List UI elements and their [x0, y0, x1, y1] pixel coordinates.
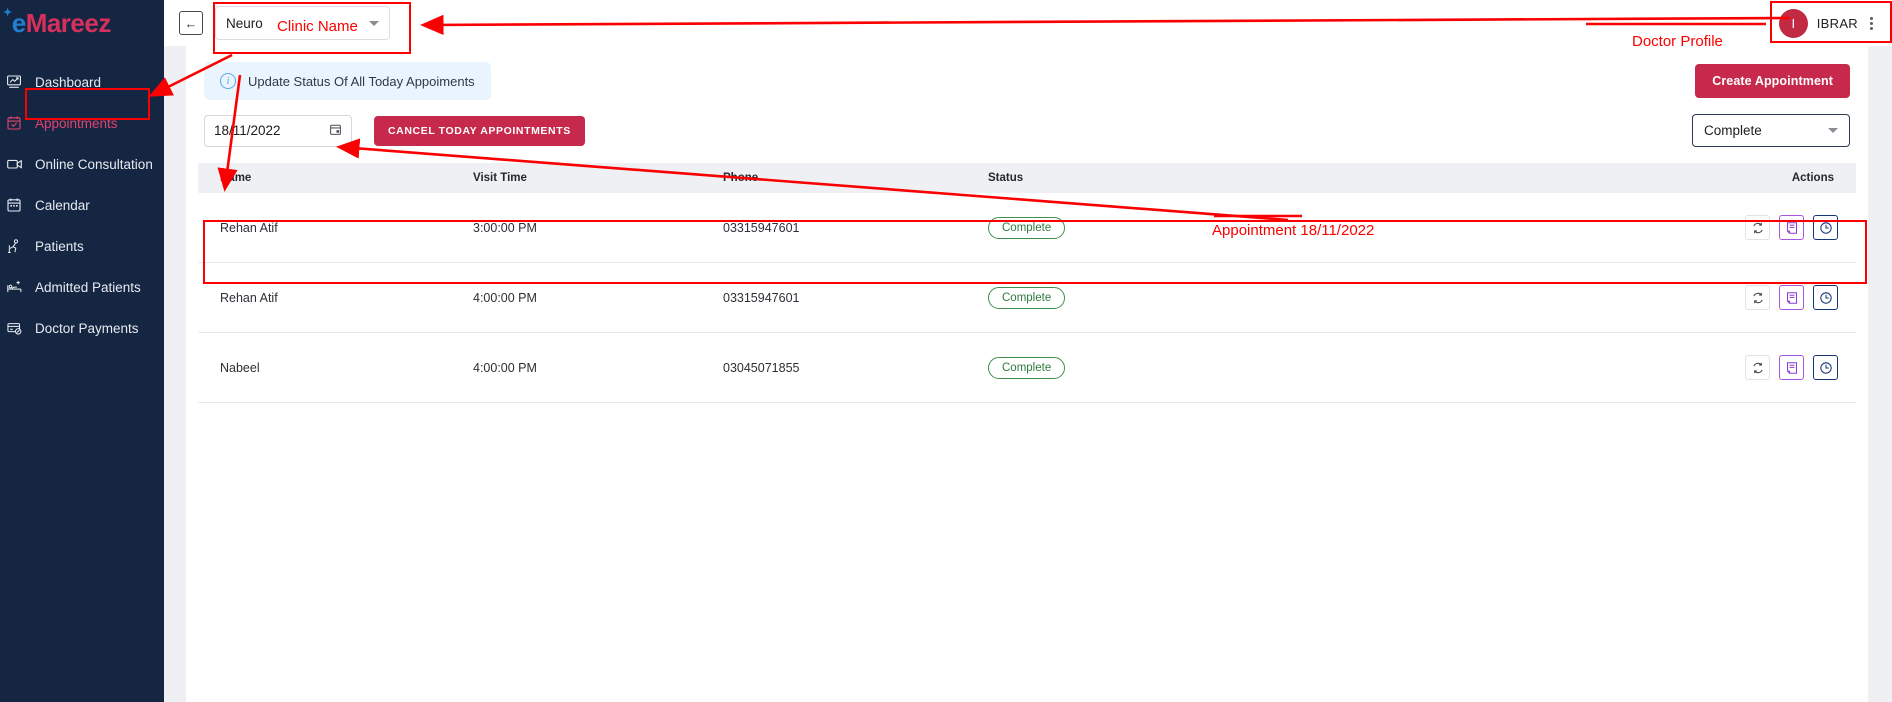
app-logo[interactable]: ✦eMareez	[0, 0, 164, 46]
main-content: i Update Status Of All Today Appoiments …	[186, 46, 1868, 702]
logo-main: Mareez	[25, 8, 112, 38]
cell-actions	[1588, 193, 1856, 263]
note-icon[interactable]	[1779, 215, 1804, 240]
table-header: Name Visit Time Phone Status Actions	[198, 163, 1856, 193]
cell-status: Complete	[978, 193, 1588, 263]
sidebar-item-label: Admitted Patients	[35, 279, 141, 295]
sidebar-item-label: Calendar	[35, 197, 90, 213]
alert-text: Update Status Of All Today Appoiments	[248, 73, 475, 89]
sidebar-item-patients[interactable]: Patients	[0, 228, 164, 264]
sidebar-item-label: Dashboard	[35, 74, 102, 90]
cell-phone: 03315947601	[713, 262, 978, 333]
app-root: ✦eMareez Dashboard Appointments Online C…	[0, 0, 1892, 702]
cell-phone: 03045071855	[713, 332, 978, 403]
payment-card-icon	[4, 320, 24, 336]
status-filter-select[interactable]: Complete	[1692, 114, 1850, 147]
clock-icon[interactable]	[1813, 215, 1838, 240]
status-badge: Complete	[988, 286, 1066, 309]
row-action-group	[1745, 355, 1838, 380]
create-appointment-button[interactable]: Create Appointment	[1695, 64, 1850, 98]
profile-name: IBRAR	[1816, 15, 1858, 31]
clock-icon[interactable]	[1813, 355, 1838, 380]
sidebar-item-doctor-payments[interactable]: Doctor Payments	[0, 310, 164, 346]
appointments-table: Name Visit Time Phone Status Actions Reh…	[198, 163, 1856, 403]
calendar-icon[interactable]	[329, 123, 342, 138]
cell-phone: 03315947601	[713, 193, 978, 263]
sidebar-item-dashboard[interactable]: Dashboard	[0, 64, 164, 100]
cancel-today-appointments-button[interactable]: CANCEL TODAY APPOINTMENTS	[374, 115, 585, 146]
cell-name: Rehan Atif	[198, 193, 463, 263]
avatar: I	[1778, 8, 1808, 38]
cell-actions	[1588, 332, 1856, 403]
sidebar-item-online-consultation[interactable]: Online Consultation	[0, 146, 164, 182]
date-input-value: 18/11/2022	[214, 123, 281, 138]
cell-name: Rehan Atif	[198, 262, 463, 333]
table-row[interactable]: Rehan Atif 4:00:00 PM 03315947601 Comple…	[198, 262, 1856, 333]
info-icon: i	[220, 73, 236, 89]
cell-visit-time: 3:00:00 PM	[463, 193, 713, 263]
status-filter-value: Complete	[1704, 123, 1762, 138]
note-icon[interactable]	[1779, 285, 1804, 310]
note-icon[interactable]	[1779, 355, 1804, 380]
sidebar-item-appointments[interactable]: Appointments	[0, 105, 164, 141]
cell-visit-time: 4:00:00 PM	[463, 262, 713, 333]
status-badge: Complete	[988, 216, 1066, 239]
update-status-alert: i Update Status Of All Today Appoiments	[204, 62, 491, 100]
table-body: Rehan Atif 3:00:00 PM 03315947601 Comple…	[198, 193, 1856, 403]
logo-prefix: e	[11, 8, 26, 38]
column-header-status: Status	[978, 163, 1588, 193]
column-header-name: Name	[198, 163, 463, 193]
column-header-actions: Actions	[1588, 163, 1856, 193]
status-badge: Complete	[988, 356, 1066, 379]
clinic-select-value: Neuro	[226, 15, 263, 31]
table-header-row: Name Visit Time Phone Status Actions	[198, 163, 1856, 193]
sidebar-item-label: Doctor Payments	[35, 320, 139, 336]
video-camera-icon	[4, 156, 24, 172]
clinic-select[interactable]: Neuro	[215, 6, 390, 40]
kebab-menu-icon[interactable]	[1867, 16, 1876, 30]
chevron-down-icon	[1828, 128, 1838, 133]
refresh-icon[interactable]	[1745, 215, 1770, 240]
calendar-check-icon	[4, 115, 24, 131]
refresh-icon[interactable]	[1745, 285, 1770, 310]
cell-name: Nabeel	[198, 332, 463, 403]
sidebar-item-admitted-patients[interactable]: Admitted Patients	[0, 269, 164, 305]
date-input[interactable]: 18/11/2022	[204, 114, 352, 147]
row-action-group	[1745, 285, 1838, 310]
filter-row: 18/11/2022 CANCEL TODAY APPOINTMENTS Com…	[186, 100, 1868, 147]
doctor-profile-menu[interactable]: I IBRAR	[1775, 5, 1882, 41]
column-header-visit-time: Visit Time	[463, 163, 713, 193]
cell-visit-time: 4:00:00 PM	[463, 332, 713, 403]
bed-plus-icon	[4, 279, 24, 295]
table-row[interactable]: Rehan Atif 3:00:00 PM 03315947601 Comple…	[198, 193, 1856, 263]
chart-icon	[4, 74, 24, 90]
sidebar: ✦eMareez Dashboard Appointments Online C…	[0, 0, 164, 702]
cell-status: Complete	[978, 262, 1588, 333]
clock-icon[interactable]	[1813, 285, 1838, 310]
back-arrow-icon[interactable]: ←	[179, 11, 203, 35]
cell-status: Complete	[978, 332, 1588, 403]
sparkle-icon: ✦	[3, 7, 12, 19]
cell-actions	[1588, 262, 1856, 333]
patient-icon	[4, 238, 24, 255]
sidebar-item-label: Patients	[35, 238, 84, 254]
alert-row: i Update Status Of All Today Appoiments …	[186, 46, 1868, 100]
calendar-icon	[4, 197, 24, 213]
sidebar-nav: Dashboard Appointments Online Consultati…	[0, 64, 164, 346]
sidebar-item-label: Appointments	[35, 115, 118, 131]
table-row[interactable]: Nabeel 4:00:00 PM 03045071855 Complete	[198, 332, 1856, 403]
column-header-phone: Phone	[713, 163, 978, 193]
sidebar-item-label: Online Consultation	[35, 156, 153, 172]
scrollbar-track[interactable]	[1868, 46, 1892, 702]
refresh-icon[interactable]	[1745, 355, 1770, 380]
chevron-down-icon	[369, 20, 379, 26]
row-action-group	[1745, 215, 1838, 240]
topbar: ← Neuro I IBRAR	[164, 0, 1892, 46]
sidebar-item-calendar[interactable]: Calendar	[0, 187, 164, 223]
